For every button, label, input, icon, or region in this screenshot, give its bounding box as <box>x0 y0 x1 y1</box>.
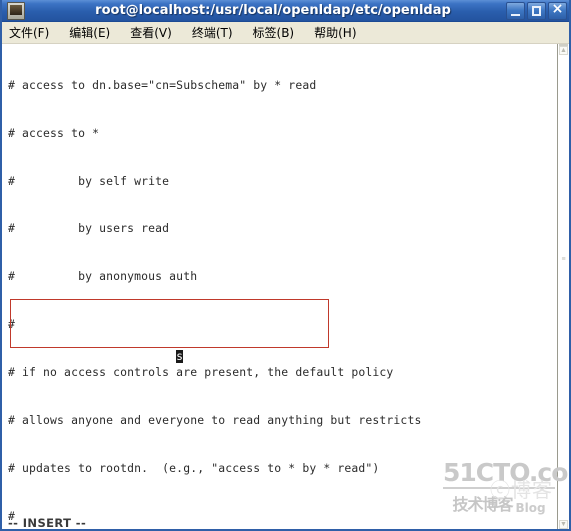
editor-line: # <box>8 508 16 523</box>
editor-line: # if no access controls are present, the… <box>8 364 394 379</box>
editor-line: # <box>8 317 16 332</box>
editor-line: # by anonymous auth <box>8 269 198 284</box>
menu-item-edit[interactable]: 编辑(E) <box>69 22 119 43</box>
title-bar[interactable]: root@localhost:/usr/local/openldap/etc/o… <box>2 0 569 22</box>
menu-item-terminal[interactable]: 终端(T) <box>192 22 242 43</box>
menu-item-tabs[interactable]: 标签(B) <box>253 22 304 43</box>
window-controls <box>506 2 567 20</box>
menu-item-help[interactable]: 帮助(H) <box>314 22 365 43</box>
vim-status-line: -- INSERT -- <box>8 516 87 530</box>
editor-line: # by self write <box>8 173 170 188</box>
editor-line: # updates to rootdn. (e.g., "access to *… <box>8 460 380 475</box>
menu-item-file[interactable]: 文件(F) <box>9 22 58 43</box>
scrollbar-thumb[interactable] <box>559 44 568 46</box>
menu-bar: 文件(F) 编辑(E) 查看(V) 终端(T) 标签(B) 帮助(H) <box>2 22 569 44</box>
scroll-down-icon[interactable]: ▼ <box>559 520 568 529</box>
editor-text: # access to dn.base="cn=Subschema" by * … <box>8 46 555 529</box>
cursor-character: s <box>176 349 183 363</box>
maximize-button[interactable] <box>527 2 546 20</box>
scrollbar-track[interactable]: ▲ ≡ ▼ <box>558 44 569 529</box>
scroll-up-icon[interactable]: ▲ <box>559 46 568 55</box>
scrollbar-mid-marker: ≡ <box>561 256 566 263</box>
menu-item-view[interactable]: 查看(V) <box>130 22 181 43</box>
terminal-area[interactable]: # access to dn.base="cn=Subschema" by * … <box>2 44 569 530</box>
editor-line: # allows anyone and everyone to read any… <box>8 412 422 427</box>
minimize-button[interactable] <box>506 2 525 20</box>
editor-line: # access to * <box>8 125 100 140</box>
editor-line: # access to dn.base="cn=Subschema" by * … <box>8 77 317 92</box>
terminal-icon <box>7 1 25 20</box>
editor-line: # by users read <box>8 221 170 236</box>
terminal-window: root@localhost:/usr/local/openldap/etc/o… <box>0 0 571 531</box>
close-button[interactable] <box>548 2 567 20</box>
window-title: root@localhost:/usr/local/openldap/etc/o… <box>95 3 451 18</box>
